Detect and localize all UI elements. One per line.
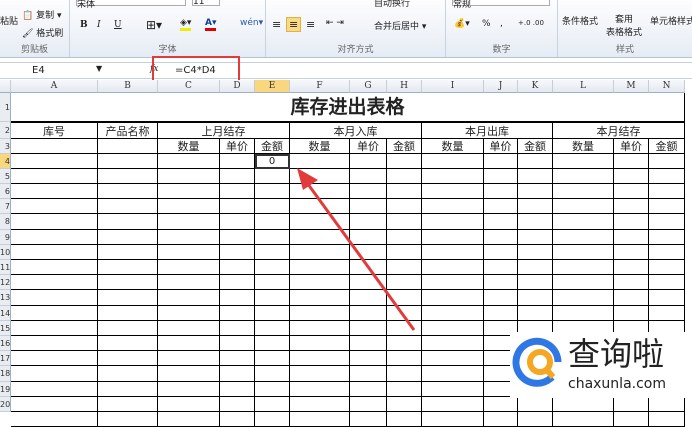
logo-icon	[512, 337, 562, 387]
selected-cell-e4[interactable]: 0	[255, 154, 290, 169]
watermark-logo: 查询啦 chaxunla.com	[510, 332, 692, 398]
watermark-url: chaxunla.com	[568, 376, 666, 392]
watermark-name: 查询啦	[568, 335, 665, 373]
